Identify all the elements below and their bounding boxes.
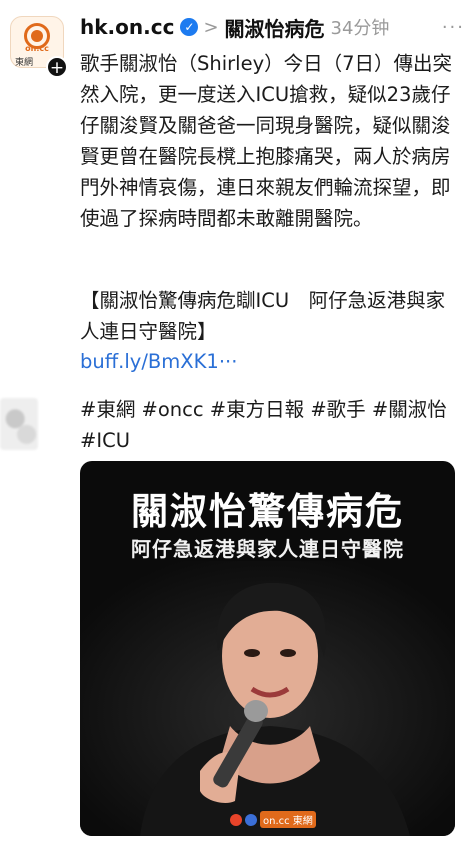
blurred-avatar: [0, 398, 38, 450]
post-time: 34分钟: [330, 18, 390, 39]
verified-check-icon: ✓: [180, 18, 199, 36]
follow-button[interactable]: +: [46, 56, 68, 78]
post-headline: 【關淑怡驚傳病危瞓ICU 阿仔急返港與家人連日守醫院】: [80, 289, 446, 343]
singer-photo: [80, 561, 455, 836]
post-hashtags[interactable]: #東網 #oncc #東方日報 #歌手 #關淑怡 #ICU: [80, 394, 460, 456]
facebook-icon: [230, 813, 242, 826]
chevron-right-icon: >: [203, 16, 219, 38]
post-body-text: 歌手關淑怡（Shirley）今日（7日）傳出突然入院，更一度送入ICU搶救，疑似…: [80, 52, 453, 230]
plus-icon: +: [49, 58, 65, 78]
image-watermark: on.cc 東網: [230, 811, 316, 828]
avatar-label: on.cc: [25, 44, 49, 53]
post-link[interactable]: buff.ly/BmXK1···: [80, 346, 237, 377]
post-header: hk.on.cc ✓ > 關淑怡病危 34分钟 ···: [80, 12, 465, 42]
topic-label[interactable]: 關淑怡病危: [225, 13, 325, 42]
account-name[interactable]: hk.on.cc: [80, 15, 174, 39]
watermark-text: on.cc 東網: [260, 811, 316, 828]
instagram-icon: [245, 813, 257, 826]
image-subtitle: 阿仔急返港與家人連日守醫院: [131, 537, 404, 561]
avatar-tag: 東網: [15, 58, 34, 68]
more-horizontal-icon[interactable]: ···: [442, 17, 465, 38]
post-image[interactable]: 關淑怡驚傳病危 阿仔急返港與家人連日守醫院 on.cc 東網: [80, 461, 455, 836]
image-title: 關淑怡驚傳病危: [131, 489, 404, 533]
